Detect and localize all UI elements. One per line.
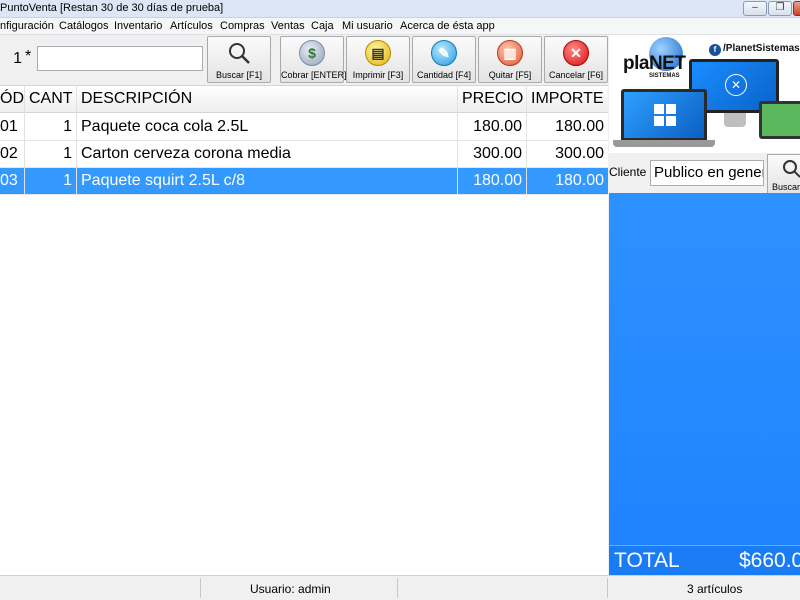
cancel-icon: ✕	[563, 40, 589, 66]
cell-description: Paquete squirt 2.5L c/8	[81, 172, 245, 189]
close-button[interactable]: ×	[793, 1, 800, 16]
cell-amount: 180.00	[555, 172, 604, 189]
status-divider	[607, 578, 608, 598]
customer-input[interactable]: Publico en general	[650, 160, 764, 186]
menu-articulos[interactable]: Artículos	[170, 20, 213, 32]
brand-banner: plaNET SISTEMAS f /PlanetSistemas ✕	[609, 35, 800, 153]
header-price[interactable]: PRECIO	[462, 90, 523, 108]
cell-description: Carton cerveza corona media	[81, 145, 291, 162]
monitor-stand	[724, 113, 746, 127]
printer-icon: ▤	[365, 40, 391, 66]
summary-panel: TOTAL $660.00	[609, 193, 800, 575]
table-header: ÓD CANT DESCRIPCIÓN PRECIO IMPORTE	[0, 86, 608, 113]
buscar-button[interactable]: Buscar [F1]	[207, 36, 271, 83]
menu-bar: nfiguración Catálogos Inventario Artícul…	[0, 18, 800, 35]
pos-window: PuntoVenta [Restan 30 de 30 días de prue…	[0, 0, 800, 600]
quitar-button[interactable]: ▥ Quitar [F5]	[478, 36, 542, 83]
cell-price: 300.00	[473, 145, 522, 162]
quitar-label: Quitar [F5]	[488, 70, 532, 80]
cell-description: Paquete coca cola 2.5L	[81, 118, 249, 135]
cantidad-button[interactable]: ✎ Cantidad [F4]	[412, 36, 476, 83]
cobrar-label: Cobrar [ENTER]	[281, 70, 347, 80]
imprimir-label: Imprimir [F3]	[352, 70, 404, 80]
header-code[interactable]: ÓD	[0, 90, 24, 108]
search-icon	[226, 40, 252, 66]
menu-inventario[interactable]: Inventario	[114, 20, 162, 32]
cell-qty: 1	[63, 118, 72, 135]
status-bar: Usuario: admin 3 artículos	[0, 575, 800, 600]
x-icon: ✕	[725, 74, 747, 96]
table-row[interactable]: 02 1 Carton cerveza corona media 300.00 …	[0, 141, 608, 168]
menu-compras[interactable]: Compras	[220, 20, 265, 32]
cash-icon: $	[299, 40, 325, 66]
header-description[interactable]: DESCRIPCIÓN	[81, 90, 192, 108]
product-code-input[interactable]	[37, 46, 203, 71]
trash-icon: ▥	[497, 40, 523, 66]
laptop-base	[613, 140, 715, 147]
total-value: $660.00	[739, 549, 800, 572]
laptop-icon	[621, 89, 707, 141]
imprimir-button[interactable]: ▤ Imprimir [F3]	[346, 36, 410, 83]
window-title: PuntoVenta [Restan 30 de 30 días de prue…	[0, 2, 224, 14]
cell-qty: 1	[63, 172, 72, 189]
status-item-count: 3 artículos	[687, 582, 743, 596]
total-label: TOTAL	[614, 549, 680, 572]
column-divider	[526, 86, 527, 194]
table-row[interactable]: 01 1 Paquete coca cola 2.5L 180.00 180.0…	[0, 114, 608, 141]
facebook-icon: f	[709, 44, 721, 56]
menu-configuracion[interactable]: nfiguración	[0, 20, 54, 32]
column-divider	[457, 86, 458, 194]
header-qty[interactable]: CANT	[29, 90, 73, 108]
social-handle: /PlanetSistemas	[723, 43, 800, 54]
search-icon	[783, 160, 800, 178]
status-user: Usuario: admin	[250, 582, 331, 596]
cancelar-label: Cancelar [F6]	[548, 70, 604, 80]
tablet-icon	[759, 101, 800, 139]
cell-code: 01	[0, 118, 18, 135]
header-amount[interactable]: IMPORTE	[531, 90, 604, 108]
customer-label: Cliente	[609, 165, 647, 179]
quantity-value: 1	[13, 50, 22, 67]
customer-search-label: Buscar	[772, 182, 800, 192]
right-panel: plaNET SISTEMAS f /PlanetSistemas ✕ Clie…	[609, 35, 800, 575]
cell-price: 180.00	[473, 118, 522, 135]
cobrar-button[interactable]: $ Cobrar [ENTER]	[280, 36, 347, 83]
menu-acerca[interactable]: Acerca de ésta app	[400, 20, 495, 32]
minimize-button[interactable]: –	[743, 1, 767, 16]
cancelar-button[interactable]: ✕ Cancelar [F6]	[544, 36, 608, 83]
cell-price: 180.00	[473, 172, 522, 189]
cell-code: 03	[0, 172, 18, 189]
total-bar: TOTAL $660.00	[609, 545, 800, 575]
cell-qty: 1	[63, 145, 72, 162]
status-divider	[200, 578, 201, 598]
brand-name: plaNET	[623, 53, 686, 74]
cantidad-label: Cantidad [F4]	[416, 70, 472, 80]
column-divider	[24, 86, 25, 194]
cell-amount: 300.00	[555, 145, 604, 162]
customer-row: Cliente Publico en general Buscar	[609, 153, 800, 194]
sale-table: ÓD CANT DESCRIPCIÓN PRECIO IMPORTE 01 1 …	[0, 85, 608, 575]
table-row-selected[interactable]: 03 1 Paquete squirt 2.5L c/8 180.00 180.…	[0, 168, 608, 195]
cell-amount: 180.00	[555, 118, 604, 135]
multiplier-sign: *	[25, 48, 32, 65]
pencil-icon: ✎	[431, 40, 457, 66]
menu-catalogos[interactable]: Catálogos	[59, 20, 109, 32]
menu-caja[interactable]: Caja	[311, 20, 334, 32]
customer-search-button[interactable]: Buscar	[767, 154, 800, 194]
status-divider	[397, 578, 398, 598]
menu-ventas[interactable]: Ventas	[271, 20, 305, 32]
column-divider	[76, 86, 77, 194]
windows-logo-icon	[654, 104, 676, 126]
cell-code: 02	[0, 145, 18, 162]
title-bar: PuntoVenta [Restan 30 de 30 días de prue…	[0, 0, 800, 18]
brand-subtitle: SISTEMAS	[649, 73, 680, 79]
menu-mi-usuario[interactable]: Mi usuario	[342, 20, 393, 32]
buscar-label: Buscar [F1]	[215, 70, 262, 80]
maximize-button[interactable]: ❐	[768, 1, 792, 16]
